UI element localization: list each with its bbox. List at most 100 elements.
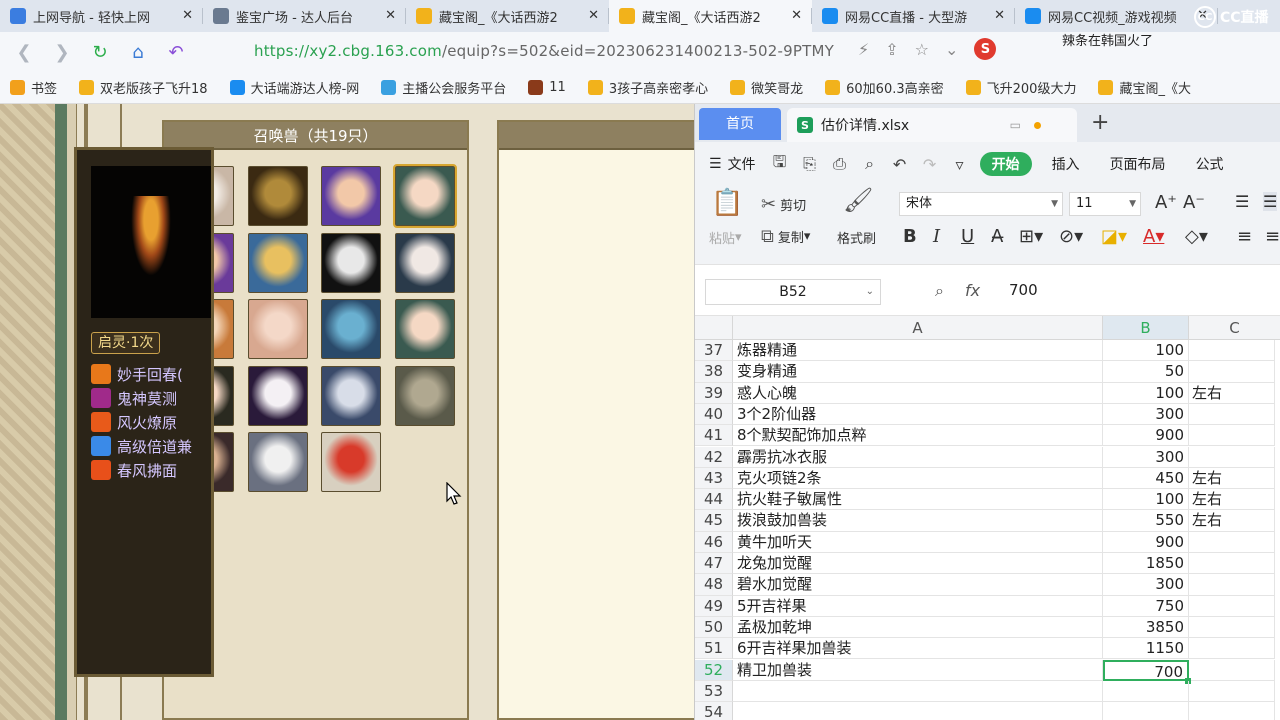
format-painter-button[interactable]: 格式刷 xyxy=(837,228,876,247)
mirror-pet[interactable] xyxy=(394,365,455,426)
bookmark-item[interactable]: 3孩子高亲密孝心 xyxy=(587,78,708,97)
golden-beast-pet[interactable] xyxy=(247,232,308,293)
browser-tab[interactable]: 藏宝阁_《大话西游2 ✕ xyxy=(609,0,812,32)
browser-tab[interactable]: 鉴宝广场 - 达人后台 ✕ xyxy=(203,0,406,32)
cell-c[interactable]: 左右 xyxy=(1189,467,1275,490)
cell-a[interactable] xyxy=(733,680,1103,703)
forward-icon[interactable]: ❯ xyxy=(48,38,76,66)
pet-skill[interactable]: 妙手回春( xyxy=(91,362,192,386)
cell-b[interactable] xyxy=(1103,702,1189,720)
cell-b[interactable]: 450 xyxy=(1103,467,1189,490)
black-ox-pet[interactable] xyxy=(247,166,308,226)
red-lion-pet[interactable] xyxy=(321,432,381,492)
bookmark-item[interactable]: 11 xyxy=(528,80,566,95)
copy-button[interactable]: ⧉ 复制 ▾ xyxy=(761,226,810,247)
row-header[interactable]: 40 xyxy=(695,403,733,426)
cell-c[interactable] xyxy=(1189,425,1275,447)
tab-formula[interactable]: 公式 xyxy=(1196,154,1224,174)
print-icon[interactable]: ⎙ xyxy=(830,154,850,174)
browser-tab[interactable]: 上网导航 - 轻快上网 ✕ xyxy=(0,0,203,32)
row-header[interactable]: 46 xyxy=(695,531,733,553)
browser-tab[interactable]: 网易CC视频_游戏视频 ✕ xyxy=(1015,0,1218,32)
browser-tab[interactable]: 藏宝阁_《大话西游2 ✕ xyxy=(406,0,609,32)
cell-a[interactable] xyxy=(733,702,1103,720)
undo-icon[interactable]: ↶ xyxy=(890,154,910,174)
cell-c[interactable] xyxy=(1189,340,1275,362)
lady-pet-2[interactable] xyxy=(394,299,455,359)
cell-c[interactable] xyxy=(1189,553,1275,575)
clear-format-icon[interactable]: ⊘▾ xyxy=(1059,226,1083,247)
row-header[interactable]: 38 xyxy=(695,361,733,383)
pet-skill[interactable]: 高级倍道兼 xyxy=(91,434,192,458)
cell-a[interactable]: 变身精通 xyxy=(733,361,1103,383)
cell-c[interactable] xyxy=(1189,361,1275,383)
cell-b[interactable]: 100 xyxy=(1103,382,1189,404)
row-header[interactable]: 39 xyxy=(695,382,733,404)
preview-icon[interactable]: ⌕ xyxy=(860,154,880,174)
row-header[interactable]: 43 xyxy=(695,467,733,490)
cell-c[interactable] xyxy=(1189,659,1275,681)
white-fox-pet[interactable] xyxy=(247,365,308,426)
browser-tab[interactable]: 网易CC直播 - 大型游 ✕ xyxy=(812,0,1015,32)
doll-pet[interactable] xyxy=(247,299,308,359)
column-header-c[interactable]: C xyxy=(1189,316,1280,340)
home-tab[interactable]: 首页 xyxy=(699,108,781,140)
refresh-icon[interactable]: ↻ xyxy=(86,38,114,66)
cell-b[interactable]: 100 xyxy=(1103,340,1189,362)
lightning-icon[interactable]: ⚡ xyxy=(858,40,869,59)
font-grow-icon[interactable]: A⁺ xyxy=(1155,192,1177,213)
cell-a[interactable]: 惑人心魄 xyxy=(733,382,1103,404)
close-icon[interactable]: ✕ xyxy=(588,8,599,23)
cell-b[interactable]: 50 xyxy=(1103,361,1189,383)
frog-pet[interactable] xyxy=(321,299,381,359)
select-all-corner[interactable] xyxy=(695,316,733,340)
export-icon[interactable]: ⎘ xyxy=(800,154,820,174)
pale-lady-pet[interactable] xyxy=(394,232,455,293)
column-header-b[interactable]: B xyxy=(1103,316,1189,340)
font-name-select[interactable]: 宋体 ▼ xyxy=(899,192,1063,216)
home-icon[interactable]: ⌂ xyxy=(124,38,152,66)
align-center-icon[interactable]: ≡ xyxy=(1265,226,1280,247)
white-tiger-pet[interactable] xyxy=(247,432,308,492)
cell-b[interactable]: 1150 xyxy=(1103,638,1189,660)
italic-icon[interactable]: I xyxy=(933,226,940,247)
fill-color-icon[interactable]: ◪▾ xyxy=(1101,226,1127,247)
cell-c[interactable] xyxy=(1189,616,1275,639)
cell-c[interactable] xyxy=(1189,531,1275,553)
cell-c[interactable] xyxy=(1189,403,1275,426)
row-header[interactable]: 44 xyxy=(695,489,733,511)
tab-page-layout[interactable]: 页面布局 xyxy=(1110,154,1166,174)
silver-warrior-pet[interactable] xyxy=(321,365,381,426)
row-header[interactable]: 53 xyxy=(695,680,733,703)
row-header[interactable]: 54 xyxy=(695,702,733,720)
hot-search-text[interactable]: 辣条在韩国火了 xyxy=(1062,30,1153,49)
column-header-a[interactable]: A xyxy=(733,316,1103,340)
undo-close-icon[interactable]: ↶ xyxy=(162,38,190,66)
cell-c[interactable] xyxy=(1189,638,1275,660)
girl-pet-1[interactable] xyxy=(321,166,381,226)
bookmark-item[interactable]: 主播公会服务平台 xyxy=(381,78,506,97)
cc-live-logo[interactable]: CC CC直播 xyxy=(1194,6,1274,28)
cell-b[interactable]: 900 xyxy=(1103,531,1189,553)
cell-a[interactable]: 龙兔加觉醒 xyxy=(733,553,1103,575)
cell-a[interactable]: 3个2阶仙器 xyxy=(733,403,1103,426)
cell-c[interactable]: 左右 xyxy=(1189,382,1275,404)
cell-a[interactable]: 碧水加觉醒 xyxy=(733,574,1103,596)
address-bar[interactable]: https://xy2.cbg.163.com/equip?s=502&eid=… xyxy=(254,42,844,60)
cell-b[interactable]: 550 xyxy=(1103,510,1189,532)
paste-button[interactable]: 粘贴 ▾ xyxy=(709,228,742,247)
zoom-search-icon[interactable]: ⌕ xyxy=(935,281,944,301)
underline-icon[interactable]: U xyxy=(961,226,974,247)
tab-start[interactable]: 开始 xyxy=(979,152,1032,176)
row-header[interactable]: 49 xyxy=(695,595,733,617)
bookmark-item[interactable]: 藏宝阁_《大 xyxy=(1098,78,1191,97)
cell-c[interactable] xyxy=(1189,702,1275,720)
row-header[interactable]: 50 xyxy=(695,616,733,639)
window-icon[interactable]: ▭ xyxy=(1010,118,1021,132)
row-header[interactable]: 51 xyxy=(695,638,733,660)
cell-a[interactable]: 5开吉祥果 xyxy=(733,595,1103,617)
row-header[interactable]: 47 xyxy=(695,553,733,575)
cell-c[interactable] xyxy=(1189,680,1275,703)
cell-b[interactable] xyxy=(1103,680,1189,703)
cell-a[interactable]: 克火项链2条 xyxy=(733,467,1103,490)
